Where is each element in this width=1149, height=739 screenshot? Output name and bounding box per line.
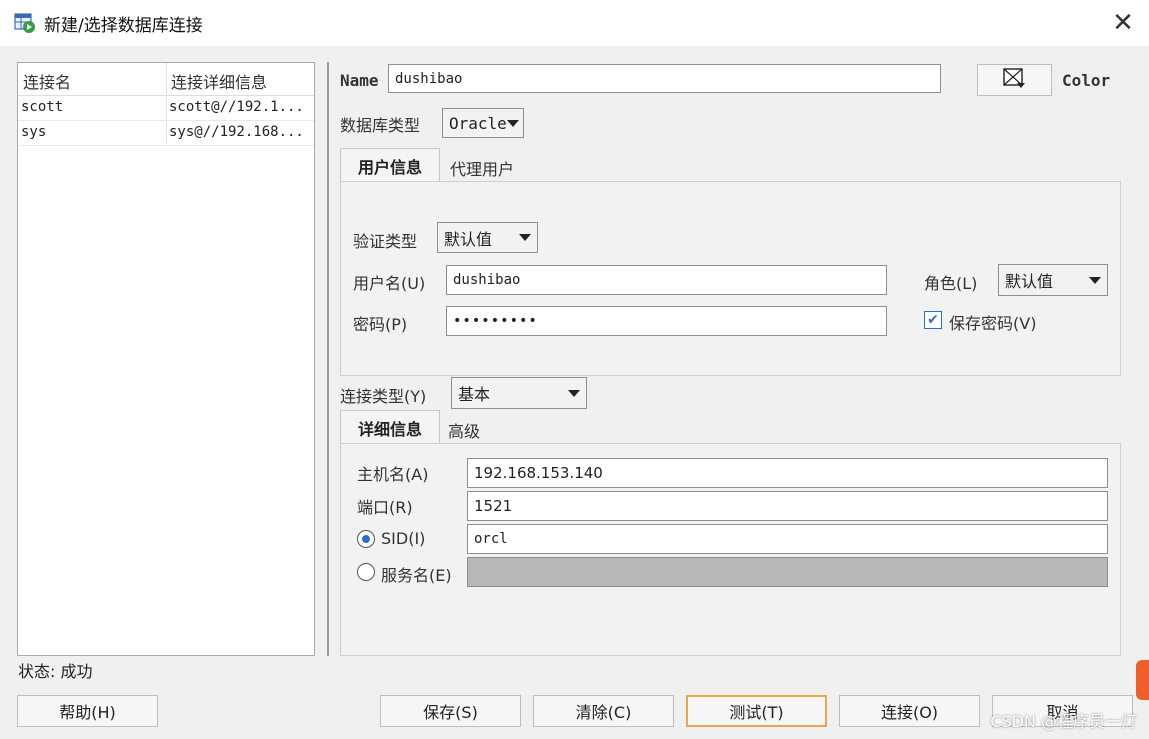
column-header-name[interactable]: 连接名 <box>23 69 71 93</box>
color-picker-button[interactable] <box>977 64 1052 96</box>
role-value: 默认值 <box>1005 272 1054 291</box>
tab-details[interactable]: 详细信息 <box>340 410 440 444</box>
service-name-field <box>467 557 1108 587</box>
auth-type-value: 默认值 <box>444 229 493 249</box>
color-picker-icon <box>1002 67 1028 93</box>
db-type-select[interactable]: Oracle <box>442 108 524 138</box>
connection-name: scott <box>21 99 64 115</box>
username-field[interactable]: dushibao <box>446 265 887 295</box>
conn-type-value: 基本 <box>458 385 491 404</box>
username-label: 用户名(U) <box>353 274 426 293</box>
tab-proxy-user[interactable]: 代理用户 <box>450 156 514 180</box>
list-item[interactable]: scott scott@//192.1... <box>18 96 314 121</box>
role-label: 角色(L) <box>924 274 978 293</box>
window-title: 新建/选择数据库连接 <box>44 16 203 36</box>
conn-type-label: 连接类型(Y) <box>340 387 427 406</box>
save-button[interactable]: 保存(S) <box>380 695 521 727</box>
chevron-down-icon <box>519 234 531 241</box>
help-button[interactable]: 帮助(H) <box>17 695 158 727</box>
chevron-down-icon <box>568 389 580 397</box>
auth-type-label: 验证类型 <box>353 232 418 251</box>
side-badge <box>1136 660 1149 700</box>
connection-details: sys@//192.168... <box>169 124 304 140</box>
sid-radio[interactable] <box>357 530 375 548</box>
tab-advanced[interactable]: 高级 <box>448 418 480 442</box>
splitter[interactable] <box>327 62 329 656</box>
role-select[interactable]: 默认值 <box>998 264 1108 296</box>
name-field[interactable]: dushibao <box>388 64 941 93</box>
chevron-down-icon <box>1089 276 1101 284</box>
sid-field[interactable]: orcl <box>467 524 1108 554</box>
save-password-label: 保存密码(V) <box>949 314 1037 333</box>
save-password-checkbox[interactable]: ✔ <box>924 311 942 329</box>
connection-list[interactable]: 连接名 连接详细信息 scott scott@//192.1... sys sy… <box>17 62 315 656</box>
close-icon[interactable]: ✕ <box>1106 6 1140 40</box>
host-label: 主机名(A) <box>357 465 429 484</box>
watermark: CSDN @程序员一灯 <box>990 712 1137 731</box>
list-item[interactable]: sys sys@//192.168... <box>18 121 314 146</box>
clear-button[interactable]: 清除(C) <box>533 695 674 727</box>
sid-label: SID(I) <box>381 529 426 548</box>
conn-type-select[interactable]: 基本 <box>451 377 587 409</box>
database-app-icon <box>14 12 36 34</box>
list-header: 连接名 连接详细信息 <box>18 63 314 96</box>
password-label: 密码(P) <box>353 315 408 334</box>
connection-name: sys <box>21 124 47 140</box>
db-type-value: Oracle <box>449 113 507 133</box>
status-text: 状态: 成功 <box>18 662 93 681</box>
connection-details: scott@//192.1... <box>169 99 304 115</box>
name-label: Name <box>340 71 379 90</box>
color-label: Color <box>1062 71 1111 90</box>
host-field[interactable]: 192.168.153.140 <box>467 458 1108 488</box>
port-field[interactable]: 1521 <box>467 491 1108 521</box>
chevron-down-icon <box>506 119 519 127</box>
db-type-label: 数据库类型 <box>340 116 421 135</box>
column-header-details[interactable]: 连接详细信息 <box>171 69 267 93</box>
service-name-radio[interactable] <box>357 563 375 581</box>
service-name-label: 服务名(E) <box>381 566 452 585</box>
password-field[interactable]: ••••••••• <box>446 306 887 336</box>
port-label: 端口(R) <box>357 498 413 517</box>
connect-button[interactable]: 连接(O) <box>839 695 980 727</box>
tab-user-info[interactable]: 用户信息 <box>340 148 440 182</box>
auth-type-select[interactable]: 默认值 <box>437 222 538 253</box>
test-button[interactable]: 测试(T) <box>686 695 827 727</box>
